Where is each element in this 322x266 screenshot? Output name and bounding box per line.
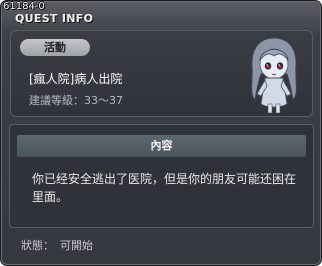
quest-description: 你已经安全逃出了医院，但是你的朋友可能还困在里面。 (32, 172, 297, 204)
quest-status: 狀態： 可開始 (21, 237, 93, 253)
quest-category-badge: 活動 (20, 39, 90, 56)
status-value: 可開始 (60, 239, 93, 252)
quest-content-panel: 內容 你已经安全逃出了医院，但是你的朋友可能还困在里面。 (9, 124, 314, 228)
quest-summary-panel: 活動 [瘋人院]病人出院 建議等級：33～37 (10, 30, 313, 117)
quest-info-window: 61184-0 QUEST INFO 活動 [瘋人院]病人出院 建議等級：33～… (0, 0, 322, 266)
quest-name: [瘋人院]病人出院 (29, 72, 123, 86)
window-title: QUEST INFO (15, 12, 94, 25)
window-id-label: 61184-0 (3, 1, 45, 12)
status-label: 狀態： (21, 239, 54, 252)
quest-recommended-level: 建議等級：33～37 (29, 94, 123, 107)
content-header: 內容 (17, 135, 306, 157)
ghost-girl-npc-icon (251, 37, 297, 114)
